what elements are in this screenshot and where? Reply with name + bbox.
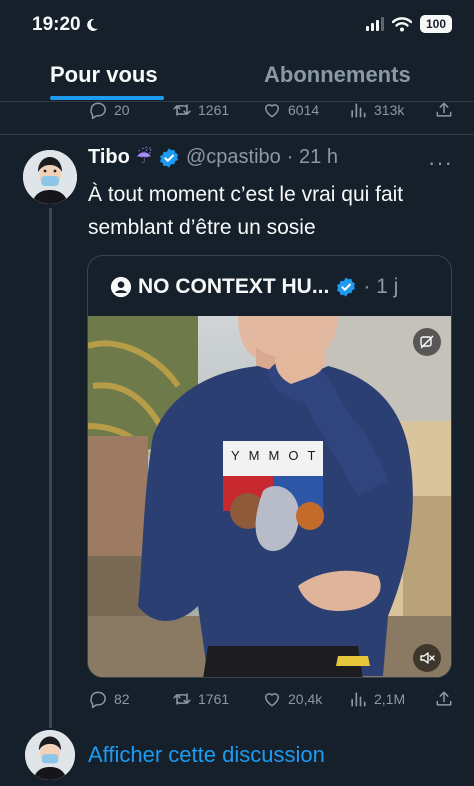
show-thread-link[interactable]: Afficher cette discussion <box>88 742 325 768</box>
reply-count: 82 <box>114 691 130 707</box>
thread-avatar[interactable] <box>25 730 75 780</box>
more-options-icon[interactable]: ··· <box>428 150 453 176</box>
tweet-actions: 82 1761 20,4k 2,1M <box>88 686 454 712</box>
heart-icon <box>265 104 279 118</box>
views-count: 2,1M <box>374 691 406 707</box>
like-count: 6014 <box>288 102 320 118</box>
reply-button[interactable]: 20 <box>88 100 172 120</box>
tweet-header: Tibo ☔ @cpastibo · 21 h <box>88 146 338 169</box>
mute-button[interactable] <box>413 644 441 672</box>
tweet-divider <box>0 134 474 135</box>
moon-icon <box>86 18 98 31</box>
status-indicators: 100 <box>366 15 452 33</box>
status-bar: 19:20 100 <box>0 0 474 48</box>
thread-avatar-illustration <box>25 730 75 780</box>
retweet-button[interactable]: 1261 <box>172 100 262 120</box>
quoted-verified-badge-icon <box>337 277 356 297</box>
like-count: 20,4k <box>288 691 323 707</box>
status-time-group: 19:20 <box>32 14 99 36</box>
tweet-text: À tout moment c’est le vrai qui fait sem… <box>88 183 404 239</box>
content-warning-icon <box>420 335 434 349</box>
avatar-illustration <box>23 150 77 204</box>
like-button[interactable]: 6014 <box>262 100 348 120</box>
quoted-tweet-card[interactable]: NO CONTEXT HU... · 1 j YMMOT <box>87 255 452 678</box>
quoted-author-name[interactable]: NO CONTEXT HU... <box>138 275 329 299</box>
battery-icon: 100 <box>420 15 452 33</box>
share-icon <box>436 102 452 117</box>
views-button[interactable]: 313k <box>348 100 434 120</box>
media-settings-button[interactable] <box>413 328 441 356</box>
reply-icon <box>90 102 106 120</box>
tweet-time: · 21 h <box>286 146 338 168</box>
video-frame: YMMOT <box>88 316 451 677</box>
thread-line <box>49 208 52 728</box>
quoted-time: · 1 j <box>363 275 399 298</box>
status-time: 19:20 <box>32 14 81 35</box>
reply-count: 20 <box>114 102 130 118</box>
share-button[interactable] <box>434 689 454 709</box>
retweet-count: 1261 <box>198 102 230 118</box>
quoted-tweet-header: NO CONTEXT HU... · 1 j <box>110 275 398 299</box>
views-icon <box>351 692 366 707</box>
verified-badge-icon <box>160 147 178 168</box>
video-media[interactable]: YMMOT <box>88 316 451 677</box>
author-handle[interactable]: @cpastibo <box>186 146 281 169</box>
cellular-signal-icon <box>366 17 384 31</box>
tab-abonnements[interactable]: Abonnements <box>264 62 411 88</box>
wifi-icon <box>392 16 412 31</box>
shirt-text: YMMOT <box>231 448 324 463</box>
retweet-icon <box>173 693 191 705</box>
speaker-muted-icon <box>420 652 435 664</box>
like-button[interactable]: 20,4k <box>262 689 348 709</box>
views-icon <box>351 103 366 118</box>
prev-tweet-actions: 20 1261 6014 313k <box>88 97 454 123</box>
reply-icon <box>90 691 106 709</box>
views-button[interactable]: 2,1M <box>348 689 434 709</box>
tab-pour-vous[interactable]: Pour vous <box>50 62 158 88</box>
timeline-tabs: Pour vous Abonnements <box>0 52 474 102</box>
reply-button[interactable]: 82 <box>88 689 172 709</box>
share-button[interactable] <box>434 100 454 120</box>
author-name[interactable]: Tibo <box>88 146 130 169</box>
retweet-count: 1761 <box>198 691 230 707</box>
views-count: 313k <box>374 102 405 118</box>
battery-level: 100 <box>425 17 447 31</box>
umbrella-emoji: ☔ <box>135 147 152 167</box>
share-icon <box>436 691 452 706</box>
heart-icon <box>265 693 279 707</box>
retweet-icon <box>173 104 191 116</box>
retweet-button[interactable]: 1761 <box>172 689 262 709</box>
account-placeholder-icon <box>110 276 132 298</box>
avatar[interactable] <box>23 150 77 204</box>
